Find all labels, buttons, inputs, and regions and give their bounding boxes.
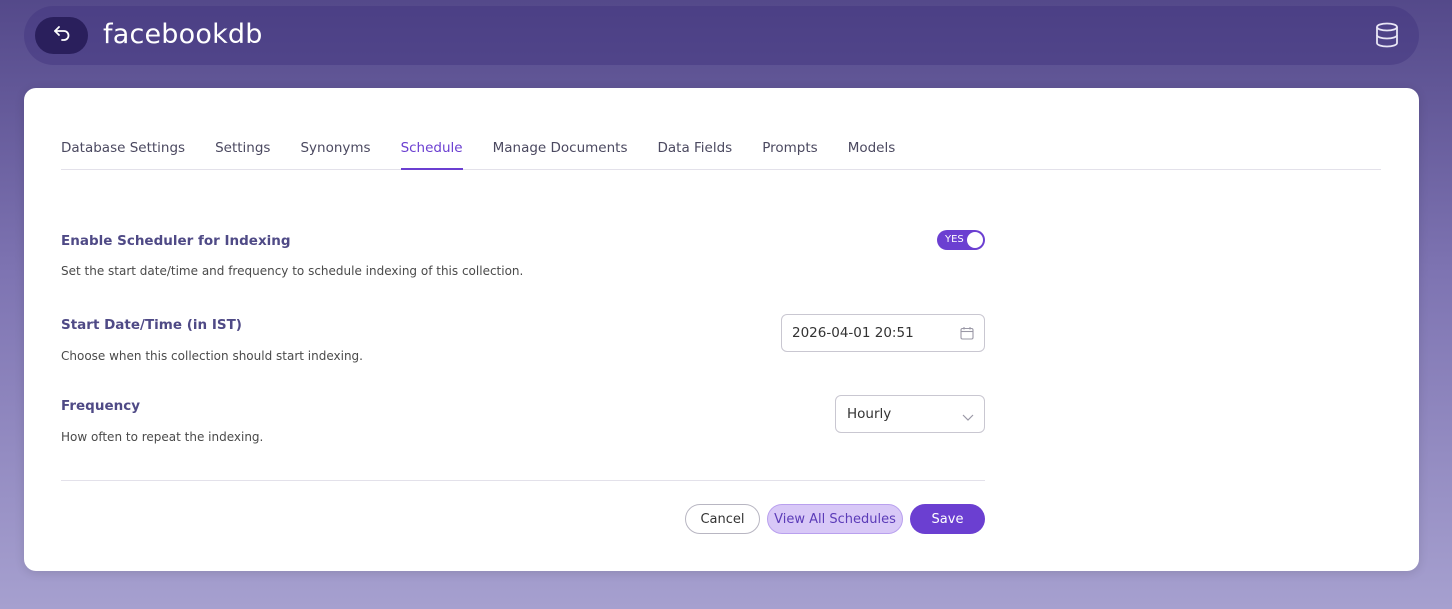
frequency-description: How often to repeat the indexing. [61,430,264,444]
calendar-icon[interactable] [960,326,974,344]
start-datetime-input[interactable]: 2026-04-01 20:51 [781,314,985,352]
toggle-knob [967,232,983,248]
frequency-label: Frequency [61,398,141,414]
tab-synonyms[interactable]: Synonyms [300,128,370,169]
scheduler-toggle[interactable]: YES [937,230,985,250]
scheduler-description: Set the start date/time and frequency to… [61,264,524,278]
cancel-button[interactable]: Cancel [685,504,760,534]
save-button[interactable]: Save [910,504,985,534]
settings-card: Database Settings Settings Synonyms Sche… [24,88,1419,571]
scheduler-label: Enable Scheduler for Indexing [61,233,291,249]
frequency-selected: Hourly [847,406,892,422]
view-all-schedules-button[interactable]: View All Schedules [767,504,903,534]
tab-manage-documents[interactable]: Manage Documents [493,128,628,169]
chevron-down-icon [962,410,974,426]
toggle-text: YES [945,234,964,245]
tab-data-fields[interactable]: Data Fields [658,128,733,169]
page-title: facebookdb [103,19,263,50]
start-datetime-label: Start Date/Time (in IST) [61,317,242,333]
frequency-select[interactable]: Hourly [835,395,985,433]
header-bar: facebookdb [24,6,1419,65]
back-button[interactable] [35,17,88,54]
tab-models[interactable]: Models [848,128,896,169]
divider [61,480,985,481]
back-arrow-icon [53,25,71,46]
tab-database-settings[interactable]: Database Settings [61,128,185,169]
tab-prompts[interactable]: Prompts [762,128,817,169]
tab-schedule[interactable]: Schedule [400,128,463,170]
start-datetime-value: 2026-04-01 20:51 [792,325,914,341]
start-datetime-description: Choose when this collection should start… [61,349,363,363]
tab-bar: Database Settings Settings Synonyms Sche… [61,128,1381,170]
tab-settings[interactable]: Settings [215,128,270,169]
database-icon[interactable] [1373,21,1401,49]
